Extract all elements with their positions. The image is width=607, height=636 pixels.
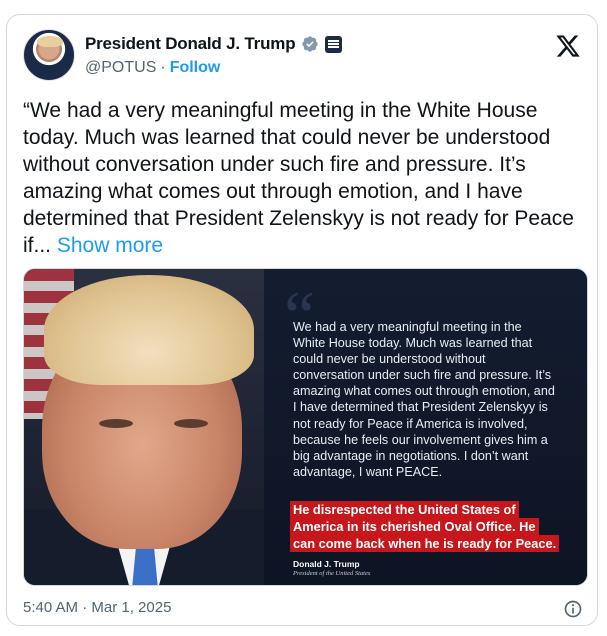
info-icon[interactable]: [563, 599, 583, 619]
portrait-hair: [44, 275, 254, 385]
tweet-text: “We had a very meaningful meeting in the…: [23, 97, 583, 259]
author-handle-row: @POTUS · Follow: [85, 59, 220, 77]
quote-panel: “ We had a very meaningful meeting in th…: [264, 269, 587, 585]
tweet-header: President Donald J. Trump @POTUS · Follo…: [23, 29, 583, 83]
x-logo-icon[interactable]: [555, 33, 581, 59]
author-handle[interactable]: @POTUS: [85, 59, 156, 77]
quote-text: We had a very meaningful meeting in the …: [293, 320, 555, 479]
verified-badge-icon: [302, 36, 319, 52]
tweet-media-image[interactable]: “ We had a very meaningful meeting in th…: [23, 268, 588, 586]
highlight-line-3: can come back when he is ready for Peace…: [290, 535, 560, 552]
separator-dot: ·: [160, 59, 166, 76]
show-more-link[interactable]: Show more: [57, 234, 163, 257]
portrait-eye-right: [174, 419, 208, 428]
government-badge-icon: [325, 35, 343, 53]
tweet-card[interactable]: President Donald J. Trump @POTUS · Follo…: [6, 14, 598, 626]
portrait-photo: [24, 269, 264, 585]
tweet-footer: 5:40 AM · Mar 1, 2025: [23, 599, 583, 619]
follow-button[interactable]: Follow: [170, 59, 221, 77]
author-name-row: President Donald J. Trump: [85, 33, 343, 55]
avatar-hair: [37, 36, 63, 47]
author-display-name[interactable]: President Donald J. Trump: [85, 34, 296, 54]
highlight-line-2: America in its cherished Oval Office. He: [290, 518, 539, 535]
highlight-line-1: He disrespected the United States of: [290, 501, 519, 518]
author-avatar[interactable]: [23, 29, 75, 81]
quote-highlight: He disrespected the United States of Ame…: [290, 501, 570, 552]
signature-title: President of the United States: [293, 570, 371, 577]
portrait-eye-left: [99, 419, 133, 428]
signature-name: Donald J. Trump: [293, 559, 360, 569]
tweet-timestamp[interactable]: 5:40 AM · Mar 1, 2025: [23, 599, 171, 616]
